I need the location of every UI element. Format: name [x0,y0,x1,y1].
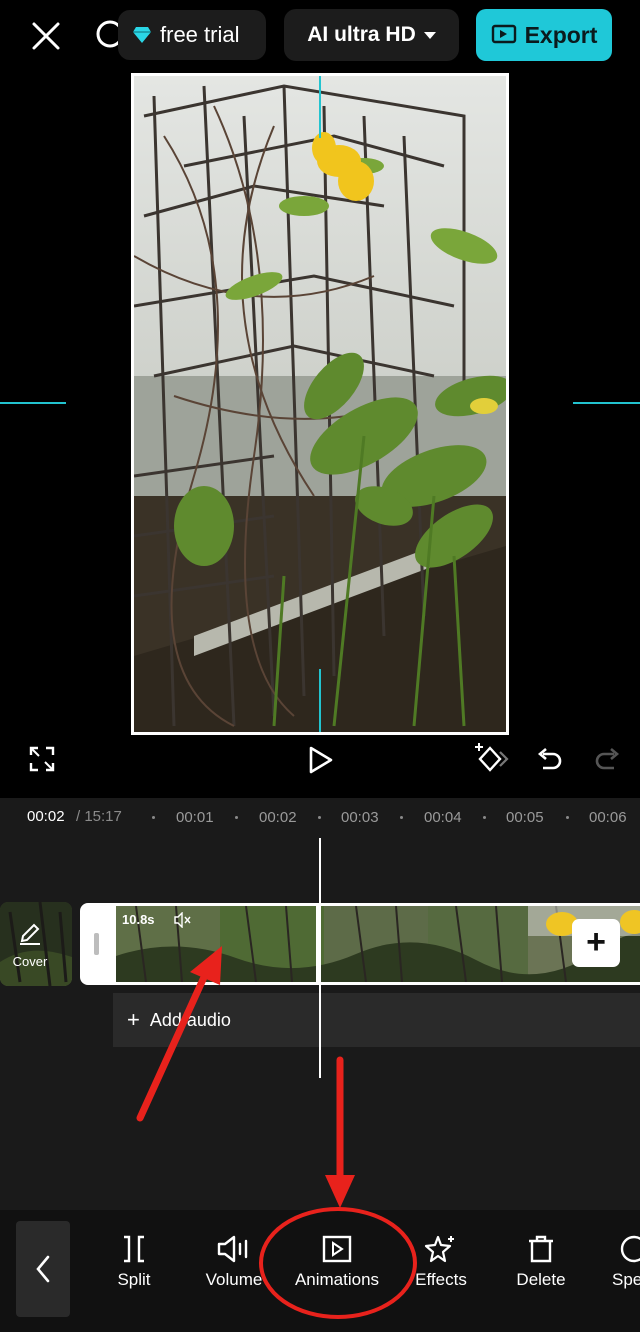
animations-highlight-circle [259,1207,417,1319]
arrow-to-animations [325,1056,355,1208]
annotation-overlay [136,946,417,1319]
arrow-to-clip [136,946,222,1122]
